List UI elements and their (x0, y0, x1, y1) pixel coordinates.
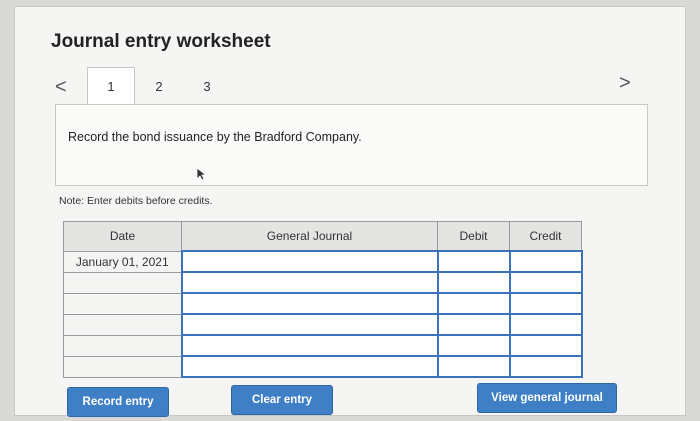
account-input-cell[interactable] (180, 250, 439, 273)
credit-input-cell[interactable] (508, 292, 583, 315)
tab-1[interactable]: 1 (87, 67, 135, 105)
credit-input[interactable] (510, 357, 581, 376)
credit-input-cell[interactable] (508, 271, 583, 294)
credit-input[interactable] (510, 336, 581, 355)
account-input[interactable] (182, 315, 437, 334)
chevron-left-icon[interactable]: < (55, 77, 67, 97)
clear-entry-button[interactable]: Clear entry (231, 385, 333, 415)
table-row (63, 271, 583, 294)
table-header-row: Date General Journal Debit Credit (63, 221, 582, 252)
record-entry-button[interactable]: Record entry (67, 387, 169, 417)
account-input[interactable] (182, 252, 437, 271)
debit-input[interactable] (438, 336, 509, 355)
table-row (63, 334, 583, 357)
mouse-cursor-icon (196, 167, 208, 181)
account-input[interactable] (182, 273, 437, 292)
account-input-cell[interactable] (180, 271, 439, 294)
tab-3[interactable]: 3 (183, 67, 231, 105)
view-general-journal-button[interactable]: View general journal (477, 383, 617, 413)
debit-input-cell[interactable] (436, 355, 511, 378)
worksheet-tabs: 1 2 3 (87, 67, 231, 105)
note-label: Note: (59, 195, 85, 207)
debit-input-cell[interactable] (436, 250, 511, 273)
column-header-debit: Debit (437, 221, 510, 252)
credit-input[interactable] (510, 294, 581, 313)
debit-input[interactable] (438, 357, 509, 376)
question-box: Record the bond issuance by the Bradford… (55, 104, 648, 186)
account-input[interactable] (182, 357, 437, 376)
credit-input-cell[interactable] (508, 334, 583, 357)
debit-input-cell[interactable] (436, 271, 511, 294)
date-cell (63, 355, 182, 378)
tab-2[interactable]: 2 (135, 67, 183, 105)
column-header-credit: Credit (509, 221, 582, 252)
debit-input-cell[interactable] (436, 313, 511, 336)
date-cell (63, 334, 182, 357)
credit-input[interactable] (510, 273, 581, 292)
debit-input[interactable] (438, 252, 509, 271)
account-input-cell[interactable] (180, 292, 439, 315)
question-text: Record the bond issuance by the Bradford… (68, 130, 362, 144)
date-cell (63, 292, 182, 315)
date-cell (63, 313, 182, 336)
credit-input-cell[interactable] (508, 250, 583, 273)
worksheet-panel: Journal entry worksheet < 1 2 3 > Record… (14, 6, 686, 417)
table-row (63, 292, 583, 315)
table-row: January 01, 2021 (63, 250, 583, 273)
account-input-cell[interactable] (180, 334, 439, 357)
credit-input[interactable] (510, 315, 581, 334)
column-header-date: Date (63, 221, 182, 252)
debit-input-cell[interactable] (436, 292, 511, 315)
table-row (63, 355, 583, 378)
account-input-cell[interactable] (180, 313, 439, 336)
debit-input[interactable] (438, 294, 509, 313)
credit-input[interactable] (510, 252, 581, 271)
credit-input-cell[interactable] (508, 313, 583, 336)
worksheet-title: Journal entry worksheet (51, 31, 271, 52)
credit-input-cell[interactable] (508, 355, 583, 378)
date-cell: January 01, 2021 (63, 250, 182, 273)
debit-input[interactable] (438, 315, 509, 334)
note-text: Enter debits before credits. (87, 195, 213, 207)
account-input[interactable] (182, 336, 437, 355)
column-header-general-journal: General Journal (181, 221, 438, 252)
date-cell (63, 271, 182, 294)
account-input-cell[interactable] (180, 355, 439, 378)
chevron-right-icon[interactable]: > (619, 73, 631, 93)
debit-input[interactable] (438, 273, 509, 292)
table-row (63, 313, 583, 336)
instruction-note: Note: Enter debits before credits. (59, 195, 213, 207)
journal-entry-table: Date General Journal Debit Credit Januar… (63, 221, 583, 378)
debit-input-cell[interactable] (436, 334, 511, 357)
account-input[interactable] (182, 294, 437, 313)
